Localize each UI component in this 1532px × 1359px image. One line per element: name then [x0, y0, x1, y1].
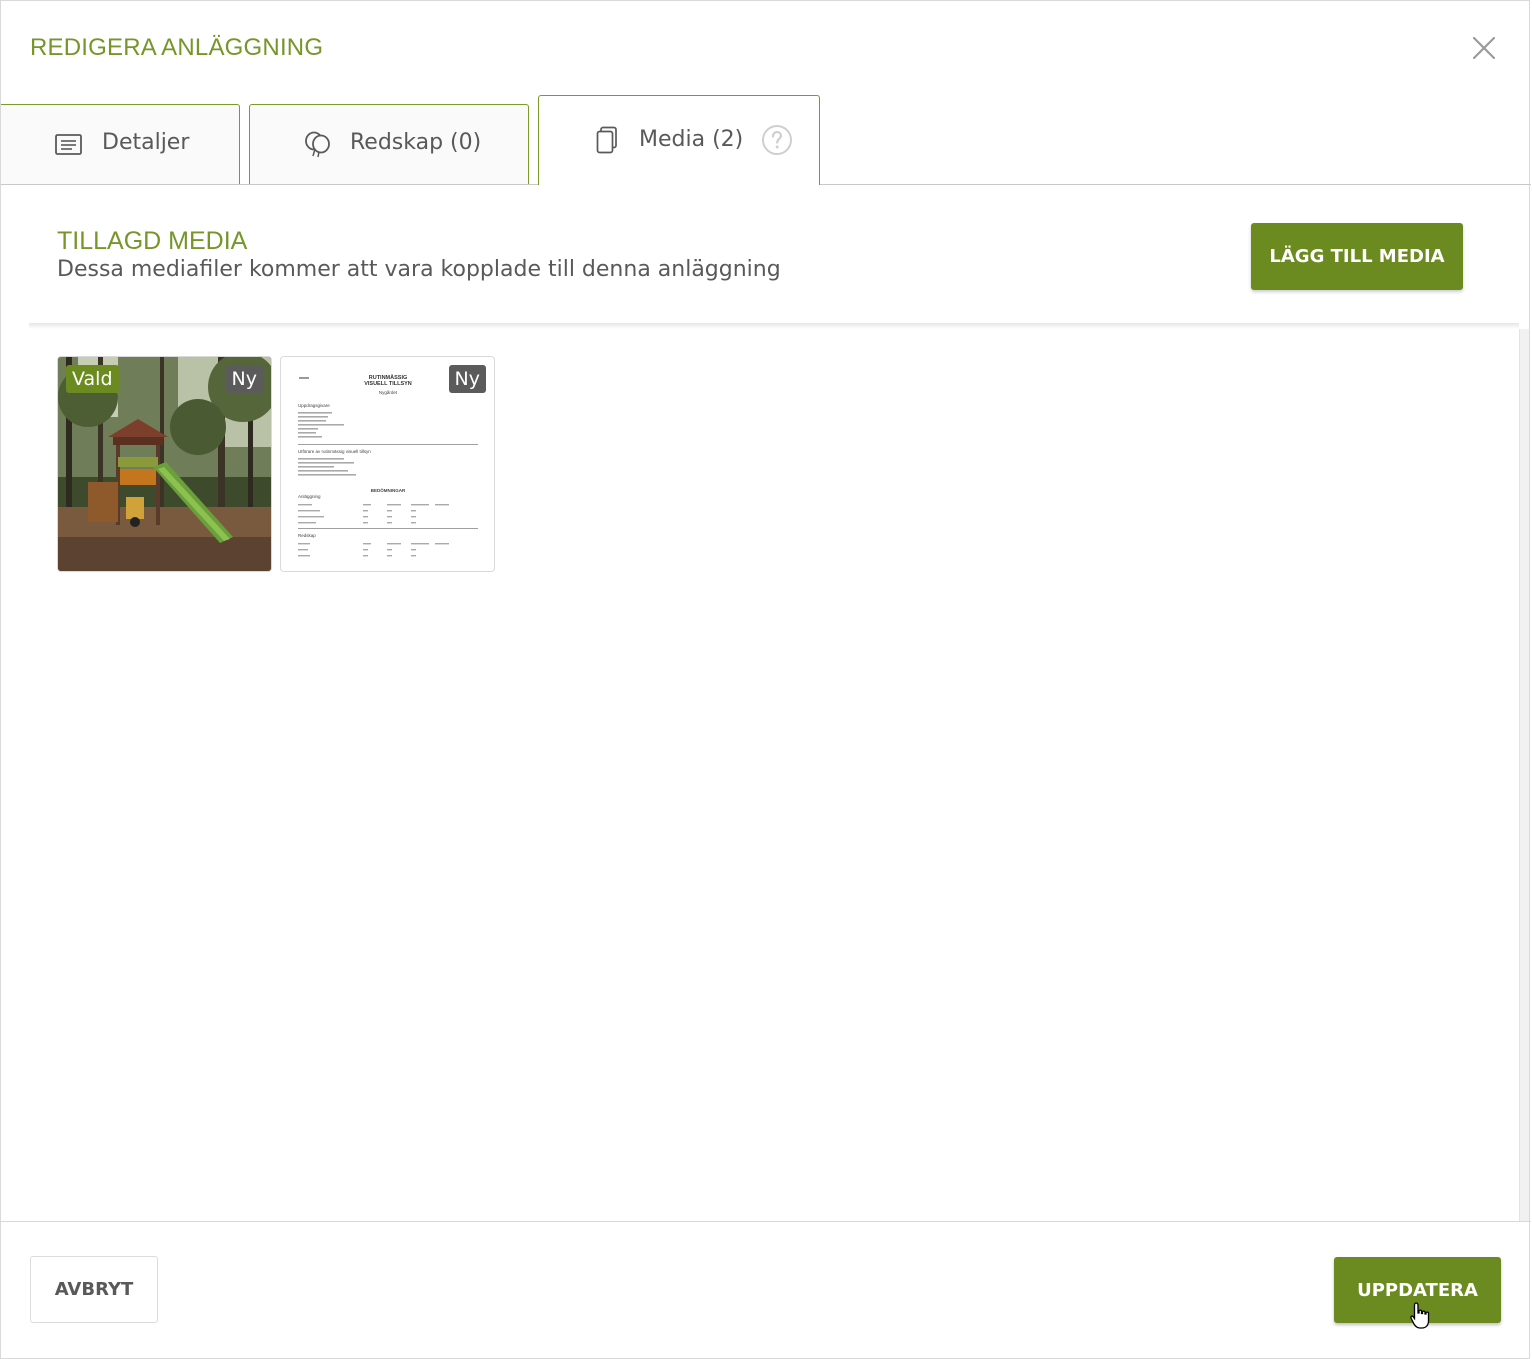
media-item-document[interactable]: RUTINMÄSSIG VISUELL TILLSYN Nygårdet Upp… — [280, 356, 495, 572]
new-badge: Ny — [225, 365, 263, 393]
tab-media[interactable]: Media (2) — [538, 95, 820, 186]
section-divider — [29, 323, 1519, 329]
close-button[interactable] — [1465, 29, 1503, 67]
balloons-icon — [304, 131, 332, 159]
update-button[interactable]: UPPDATERA — [1334, 1257, 1501, 1323]
scrollbar[interactable] — [1519, 329, 1529, 1221]
add-media-button[interactable]: LÄGG TILL MEDIA — [1251, 223, 1463, 290]
modal-title: REDIGERA ANLÄGGNING — [30, 34, 324, 61]
cancel-button[interactable]: AVBRYT — [30, 1256, 158, 1323]
doc-title-line1: RUTINMÄSSIG — [369, 374, 408, 381]
doc-title-line2: VISUELL TILLSYN — [364, 381, 412, 387]
media-item-photo[interactable]: Vald Ny — [57, 356, 272, 572]
tab-equipment-label: Redskap (0) — [350, 130, 482, 155]
doc-section4: Anläggning — [298, 494, 321, 499]
documents-icon — [596, 126, 618, 154]
tab-media-label: Media (2) — [639, 127, 744, 152]
doc-section2: Utförare av rutinmässig visuell tillsyn — [298, 449, 371, 454]
tab-equipment[interactable]: Redskap (0) — [249, 104, 529, 185]
help-circle-icon[interactable] — [761, 124, 793, 156]
section-subtitle: Dessa mediafiler kommer att vara kopplad… — [57, 257, 781, 282]
doc-section3: BEDÖMNINGAR — [371, 487, 406, 493]
doc-section5: Redskap — [298, 533, 316, 538]
new-badge: Ny — [448, 365, 486, 393]
close-icon — [1472, 36, 1496, 60]
footer-divider — [1, 1221, 1531, 1222]
tab-details-label: Detaljer — [102, 130, 190, 155]
doc-section1: Uppdragsgivare — [298, 403, 330, 408]
selected-badge: Vald — [66, 365, 119, 393]
section-title: TILLAGD MEDIA — [57, 227, 248, 255]
edit-facility-modal: REDIGERA ANLÄGGNING Detaljer Redskap (0) — [0, 0, 1531, 1359]
doc-subtitle: Nygårdet — [379, 389, 398, 395]
tab-details[interactable]: Detaljer — [1, 104, 240, 185]
list-icon — [55, 133, 83, 157]
